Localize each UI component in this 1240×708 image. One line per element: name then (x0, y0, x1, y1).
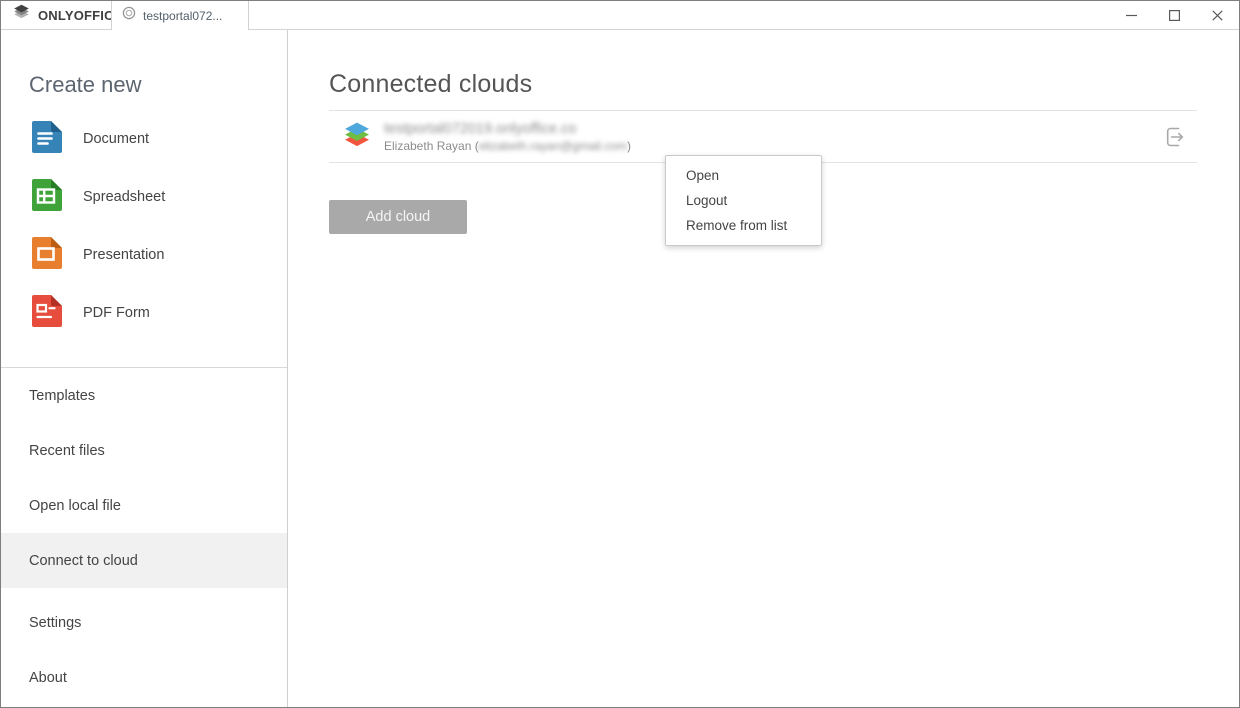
document-icon (29, 120, 63, 159)
presentation-icon (29, 236, 63, 275)
page-title: Connected clouds (329, 70, 1197, 111)
logout-button[interactable] (1159, 122, 1189, 152)
create-item-label: Document (83, 131, 149, 147)
pdf-form-icon (29, 294, 63, 333)
titlebar: ONLYOFFICE testportal072... (1, 1, 1239, 30)
account-email-blurred: elizabeth.rayan@gmail.com (479, 139, 627, 153)
tab-label: testportal072... (143, 9, 222, 23)
sidebar-bottom-group: Settings About (1, 595, 287, 705)
tab-portal[interactable]: testportal072... (111, 1, 249, 30)
window-controls (1110, 1, 1239, 30)
sidebar-item-about[interactable]: About (1, 650, 287, 705)
create-document-button[interactable]: Document (1, 110, 287, 168)
portal-url-blurred: testportal072019.onlyoffice.co (384, 121, 631, 137)
context-menu-item-logout[interactable]: Logout (666, 188, 821, 213)
portal-tab-icon (122, 6, 136, 25)
account-name: Elizabeth Rayan ( (384, 139, 479, 153)
logout-icon (1160, 123, 1188, 151)
create-presentation-button[interactable]: Presentation (1, 226, 287, 284)
account-suffix: ) (627, 139, 631, 153)
create-item-label: Presentation (83, 247, 164, 263)
brand-label: ONLYOFFICE (38, 8, 123, 23)
onlyoffice-cloud-icon (343, 121, 371, 153)
connected-clouds-panel: Connected clouds testportal072019.onlyof… (288, 30, 1239, 707)
account-line: Elizabeth Rayan (elizabeth.rayan@gmail.c… (384, 139, 631, 153)
context-menu-item-open[interactable]: Open (666, 163, 821, 188)
app-window: ONLYOFFICE testportal072... (0, 0, 1240, 708)
sidebar: Create new Document (1, 30, 288, 707)
titlebar-drag-area (249, 1, 1110, 30)
close-button[interactable] (1196, 1, 1239, 30)
sidebar-item-templates[interactable]: Templates (1, 368, 287, 423)
create-new-heading: Create new (1, 30, 287, 98)
onlyoffice-logo-icon (12, 4, 31, 28)
cloud-context-menu: Open Logout Remove from list (665, 155, 822, 246)
cloud-portal-texts: testportal072019.onlyoffice.co Elizabeth… (384, 121, 631, 153)
create-pdf-form-button[interactable]: PDF Form (1, 284, 287, 342)
sidebar-item-recent-files[interactable]: Recent files (1, 423, 287, 478)
add-cloud-button[interactable]: Add cloud (329, 200, 467, 234)
maximize-button[interactable] (1153, 1, 1196, 30)
create-spreadsheet-button[interactable]: Spreadsheet (1, 168, 287, 226)
spreadsheet-icon (29, 178, 63, 217)
sidebar-item-settings[interactable]: Settings (1, 595, 287, 650)
sidebar-item-open-local-file[interactable]: Open local file (1, 478, 287, 533)
brand-area: ONLYOFFICE (1, 1, 111, 30)
create-item-label: Spreadsheet (83, 189, 165, 205)
sidebar-item-connect-to-cloud[interactable]: Connect to cloud (1, 533, 287, 588)
context-menu-item-remove-from-list[interactable]: Remove from list (666, 213, 821, 238)
minimize-button[interactable] (1110, 1, 1153, 30)
create-item-label: PDF Form (83, 305, 150, 321)
